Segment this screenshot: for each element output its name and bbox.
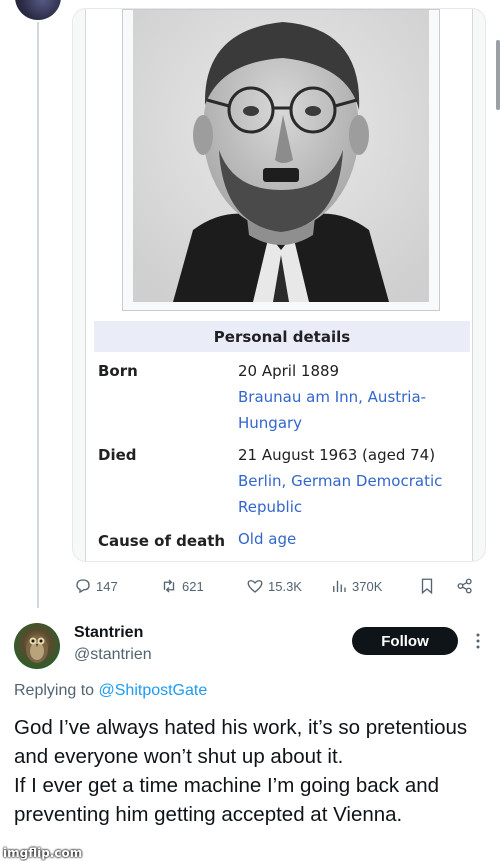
cause-of-death-link[interactable]: Old age — [238, 526, 468, 552]
reply-handle[interactable]: @stantrien — [74, 646, 152, 664]
views-icon — [333, 580, 346, 592]
share-action[interactable] — [456, 577, 474, 595]
follow-button[interactable]: Follow — [352, 627, 458, 655]
infobox-section-title: Personal details — [94, 321, 470, 352]
born-place-link[interactable]: Braunau am Inn, Austria- — [238, 384, 468, 410]
reply-icon — [76, 579, 90, 594]
infobox-row-born: Born 20 April 1889 Braunau am Inn, Austr… — [94, 362, 470, 436]
infobox-value: 21 August 1963 (aged 74) Berlin, German … — [238, 442, 468, 520]
share-icon — [457, 578, 472, 594]
portrait-image — [133, 10, 429, 302]
reply-avatar[interactable] — [14, 623, 60, 669]
repost-count: 621 — [182, 578, 204, 594]
infobox-label: Cause of death — [98, 532, 226, 550]
infobox-value: Old age — [238, 526, 468, 552]
wiki-infobox-screenshot: Personal details Born 20 April 1889 Brau… — [85, 9, 473, 561]
reply-action[interactable]: 147 — [74, 577, 118, 595]
heart-icon — [247, 580, 263, 593]
born-date: 20 April 1889 — [238, 362, 340, 380]
died-date: 21 August 1963 (aged 74) — [238, 446, 436, 464]
thread-line — [37, 22, 39, 608]
more-options-icon[interactable] — [471, 632, 485, 650]
embedded-image-card[interactable]: Personal details Born 20 April 1889 Brau… — [72, 8, 486, 562]
died-place-link[interactable]: Republic — [238, 494, 468, 520]
reply-body: God I’ve always hated his work, it’s so … — [14, 713, 494, 829]
reply-body-line: God I’ve always hated his work, it’s so … — [14, 716, 468, 768]
infobox-row-died: Died 21 August 1963 (aged 74) Berlin, Ge… — [94, 446, 470, 520]
replying-prefix: Replying to — [14, 682, 95, 699]
reply-count: 147 — [96, 578, 118, 594]
infobox-label: Born — [98, 362, 138, 380]
views-action[interactable]: 370K — [330, 577, 382, 595]
replying-mention-link[interactable]: @ShitpostGate — [99, 682, 208, 699]
died-place-link[interactable]: Berlin, German Democratic — [238, 468, 468, 494]
like-count: 15.3K — [268, 578, 302, 594]
infobox-value: 20 April 1889 Braunau am Inn, Austria- H… — [238, 358, 468, 436]
tweet-action-bar: 147 621 15.3K 370K — [74, 575, 486, 599]
replying-to-line: Replying to @ShitpostGate — [14, 682, 207, 700]
bookmark-icon — [421, 578, 433, 595]
infobox-row-cause-of-death: Cause of death Old age — [94, 530, 470, 552]
view-count: 370K — [352, 578, 383, 594]
portrait-frame — [122, 9, 440, 311]
repost-action[interactable]: 621 — [160, 577, 204, 595]
reply-display-name[interactable]: Stantrien — [74, 624, 143, 642]
infobox-label: Died — [98, 446, 137, 464]
born-place-link[interactable]: Hungary — [238, 410, 468, 436]
infobox: Personal details Born 20 April 1889 Brau… — [94, 321, 470, 552]
owl-icon — [26, 635, 48, 663]
reply-body-line: If I ever get a time machine I’m going b… — [14, 774, 440, 826]
bookmark-action[interactable] — [418, 577, 436, 595]
like-action[interactable]: 15.3K — [246, 577, 302, 595]
parent-avatar[interactable] — [15, 0, 61, 20]
repost-icon — [163, 579, 175, 593]
scrollbar[interactable] — [496, 40, 500, 110]
